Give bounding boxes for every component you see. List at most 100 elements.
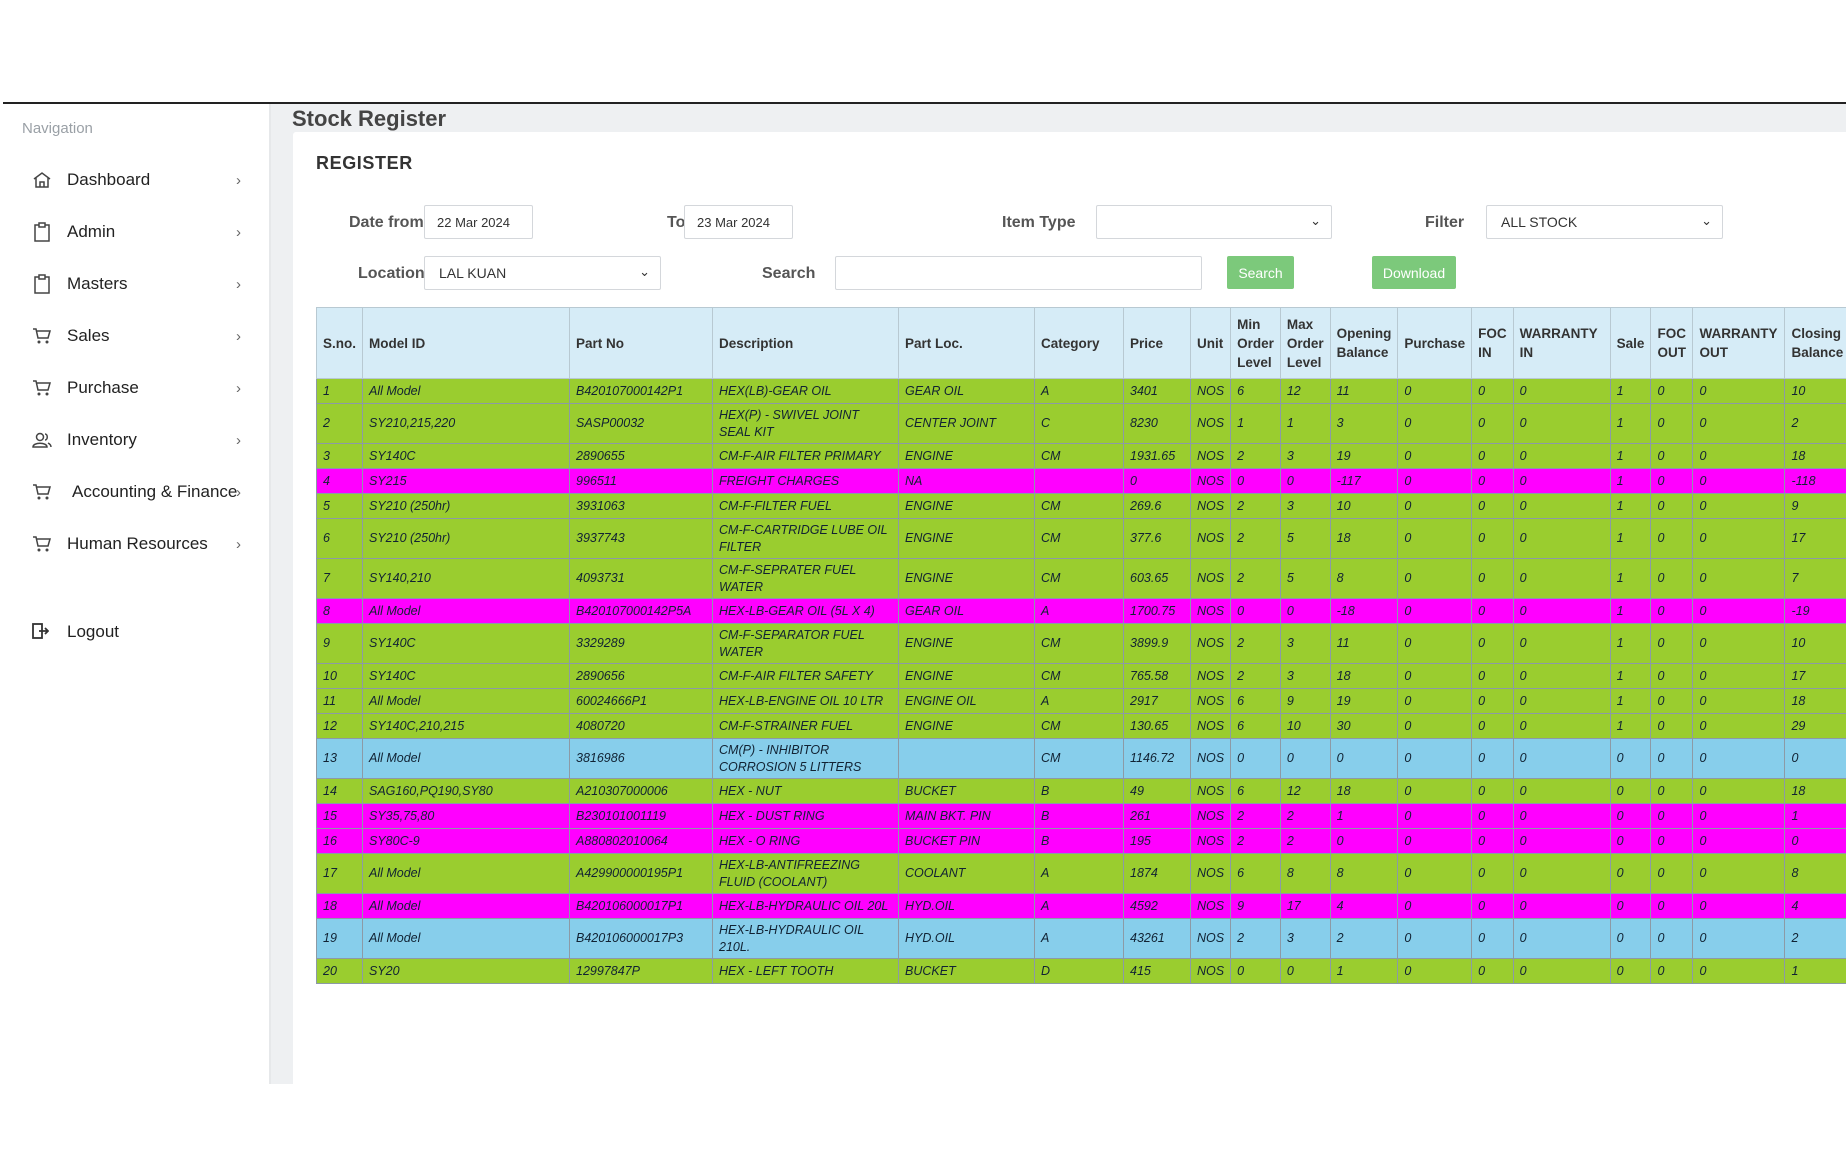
date-to-input[interactable]: 23 Mar 2024 — [684, 205, 793, 239]
sidebar-item-admin[interactable]: Admin › — [3, 206, 269, 258]
table-cell: 11 — [316, 688, 363, 714]
col-header-max-order-level[interactable]: Max Order Level — [1279, 307, 1331, 379]
col-header-description[interactable]: Description — [712, 307, 899, 379]
sidebar-item-dashboard[interactable]: Dashboard › — [3, 154, 269, 206]
table-row[interactable]: 14 SAG160,PQ190,SY80 A210307000006 HEX - NU… — [316, 778, 1846, 804]
table-row[interactable]: 15 SY35,75,80 B230101001119 HEX - DUST RING… — [316, 803, 1846, 829]
table-cell: 0 — [1650, 713, 1694, 739]
table-row[interactable]: 6 SY210 (250hr) 3937743 CM-F-CARTRIDGE LUBE… — [316, 518, 1846, 559]
download-button[interactable]: Download — [1372, 256, 1456, 289]
col-header-foc-in[interactable]: FOC IN — [1471, 307, 1514, 379]
table-row[interactable]: 17 All Model A429900000195P1 HEX-LB-ANTIFRE… — [316, 853, 1846, 894]
logout-button[interactable]: Logout — [3, 606, 269, 658]
table-row[interactable]: 10 SY140C 2890656 CM-F-AIR FILTER SAFETY ENG… — [316, 663, 1846, 689]
table-cell: 9 — [316, 623, 363, 664]
table-cell: All Model — [362, 598, 570, 624]
table-cell: 0 — [1512, 893, 1611, 919]
table-cell: 1 — [1609, 403, 1652, 444]
table-cell: 18 — [316, 893, 363, 919]
col-header-price[interactable]: Price — [1123, 307, 1191, 379]
location-select[interactable]: LAL KUAN ⌄ — [424, 256, 661, 290]
table-cell: 13 — [316, 738, 363, 779]
table-row[interactable]: 5 SY210 (250hr) 3931063 CM-F-FILTER FUEL ENG… — [316, 493, 1846, 519]
col-header-opening-balance[interactable]: Opening Balance — [1329, 307, 1399, 379]
table-cell: 0 — [1397, 468, 1473, 494]
col-header-sno[interactable]: S.no. — [316, 307, 363, 379]
table-cell: A210307000006 — [569, 778, 713, 804]
sidebar-item-accounting-finance[interactable]: Accounting & Finance › — [3, 466, 269, 518]
table-cell: 0 — [1692, 558, 1786, 599]
table-row[interactable]: 8 All Model B420107000142P5A HEX-LB-GEAR OI… — [316, 598, 1846, 624]
search-button[interactable]: Search — [1227, 256, 1294, 289]
col-header-purchase[interactable]: Purchase — [1397, 307, 1473, 379]
table-row[interactable]: 3 SY140C 2890655 CM-F-AIR FILTER PRIMARY ENG… — [316, 443, 1846, 469]
table-row[interactable]: 2 SY210,215,220 SASP00032 HEX(P) - SWIVEL J… — [316, 403, 1846, 444]
table-row[interactable]: 7 SY140,210 4093731 CM-F-SEPRATER FUEL WATE… — [316, 558, 1846, 599]
table-cell: 0 — [1692, 713, 1786, 739]
table-cell: 0 — [1471, 828, 1514, 854]
table-cell: 4592 — [1123, 893, 1191, 919]
table-cell: 0 — [1397, 558, 1473, 599]
table-cell: CM — [1034, 623, 1124, 664]
table-cell: 0 — [1397, 598, 1473, 624]
sidebar-item-masters[interactable]: Masters › — [3, 258, 269, 310]
table-row[interactable]: 9 SY140C 3329289 CM-F-SEPARATOR FUEL WATER E… — [316, 623, 1846, 664]
table-cell: 3 — [1279, 493, 1331, 519]
col-header-category[interactable]: Category — [1034, 307, 1124, 379]
search-input[interactable] — [835, 256, 1202, 290]
sidebar-item-inventory[interactable]: Inventory › — [3, 414, 269, 466]
table-cell: 1 — [1609, 663, 1652, 689]
table-cell: 1 — [1329, 803, 1399, 829]
table-cell: 2 — [1230, 558, 1281, 599]
sidebar-item-human-resources[interactable]: Human Resources › — [3, 518, 269, 570]
table-cell: CM-F-SEPRATER FUEL WATER — [712, 558, 899, 599]
table-cell: SAG160,PQ190,SY80 — [362, 778, 570, 804]
table-cell: 8 — [1279, 853, 1331, 894]
table-row[interactable]: 12 SY140C,210,215 4080720 CM-F-STRAINER FUE… — [316, 713, 1846, 739]
col-header-part-no[interactable]: Part No — [569, 307, 713, 379]
table-row[interactable]: 1 All Model B420107000142P1 HEX(LB)-GEAR OI… — [316, 378, 1846, 404]
table-cell: 0 — [1471, 778, 1514, 804]
table-cell: 130.65 — [1123, 713, 1191, 739]
table-cell: 6 — [316, 518, 363, 559]
table-cell: -18 — [1329, 598, 1399, 624]
table-row[interactable]: 20 SY20 12997847P HEX - LEFT TOOTH BUCKET D 41… — [316, 958, 1846, 984]
table-cell: 0 — [1692, 853, 1786, 894]
col-header-unit[interactable]: Unit — [1189, 307, 1232, 379]
table-cell: 14 — [316, 778, 363, 804]
table-cell: 3 — [1279, 663, 1331, 689]
col-header-foc-out[interactable]: FOC OUT — [1650, 307, 1694, 379]
table-row[interactable]: 11 All Model 60024666P1 HEX-LB-ENGINE OIL 1… — [316, 688, 1846, 714]
sidebar-item-sales[interactable]: Sales › — [3, 310, 269, 362]
table-cell: NOS — [1189, 778, 1232, 804]
col-header-model-id[interactable]: Model ID — [362, 307, 570, 379]
col-header-closing-balance[interactable]: Closing Balance — [1784, 307, 1846, 379]
table-cell: ENGINE — [898, 443, 1035, 469]
table-row[interactable]: 13 All Model 3816986 CM(P) - INHIBITOR CORR… — [316, 738, 1846, 779]
col-header-warranty-out[interactable]: WARRANTY OUT — [1692, 307, 1786, 379]
table-cell: 4 — [316, 468, 363, 494]
col-header-min-order-level[interactable]: Min Order Level — [1230, 307, 1281, 379]
table-cell: 8 — [316, 598, 363, 624]
table-cell: 3 — [1279, 918, 1331, 959]
table-cell: ENGINE — [898, 493, 1035, 519]
cart-icon — [31, 326, 53, 346]
table-cell: NOS — [1189, 598, 1232, 624]
filter-select[interactable]: ALL STOCK ⌄ — [1486, 205, 1723, 239]
table-cell: HEX - NUT — [712, 778, 899, 804]
table-row[interactable]: 19 All Model B420106000017P3 HEX-LB-HYDRAUL… — [316, 918, 1846, 959]
table-cell: 0 — [1692, 443, 1786, 469]
table-row[interactable]: 16 SY80C-9 A880802010064 HEX - O RING BUCKET… — [316, 828, 1846, 854]
table-cell: All Model — [362, 893, 570, 919]
col-header-sale[interactable]: Sale — [1609, 307, 1652, 379]
table-row[interactable]: 18 All Model B420106000017P1 HEX-LB-HYDRAUL… — [316, 893, 1846, 919]
sidebar-item-purchase[interactable]: Purchase › — [3, 362, 269, 414]
table-cell: 4 — [1329, 893, 1399, 919]
col-header-warranty-in[interactable]: WARRANTY IN — [1512, 307, 1611, 379]
table-row[interactable]: 4 SY215 996511 FREIGHT CHARGES NA 0 NOS 0 0 -117 0… — [316, 468, 1846, 494]
date-from-input[interactable]: 22 Mar 2024 — [424, 205, 533, 239]
item-type-select[interactable]: ⌄ — [1096, 205, 1332, 239]
table-header-row: S.no. Model ID Part No Description Part … — [316, 307, 1846, 379]
table-cell: 30 — [1329, 713, 1399, 739]
col-header-part-loc[interactable]: Part Loc. — [898, 307, 1035, 379]
